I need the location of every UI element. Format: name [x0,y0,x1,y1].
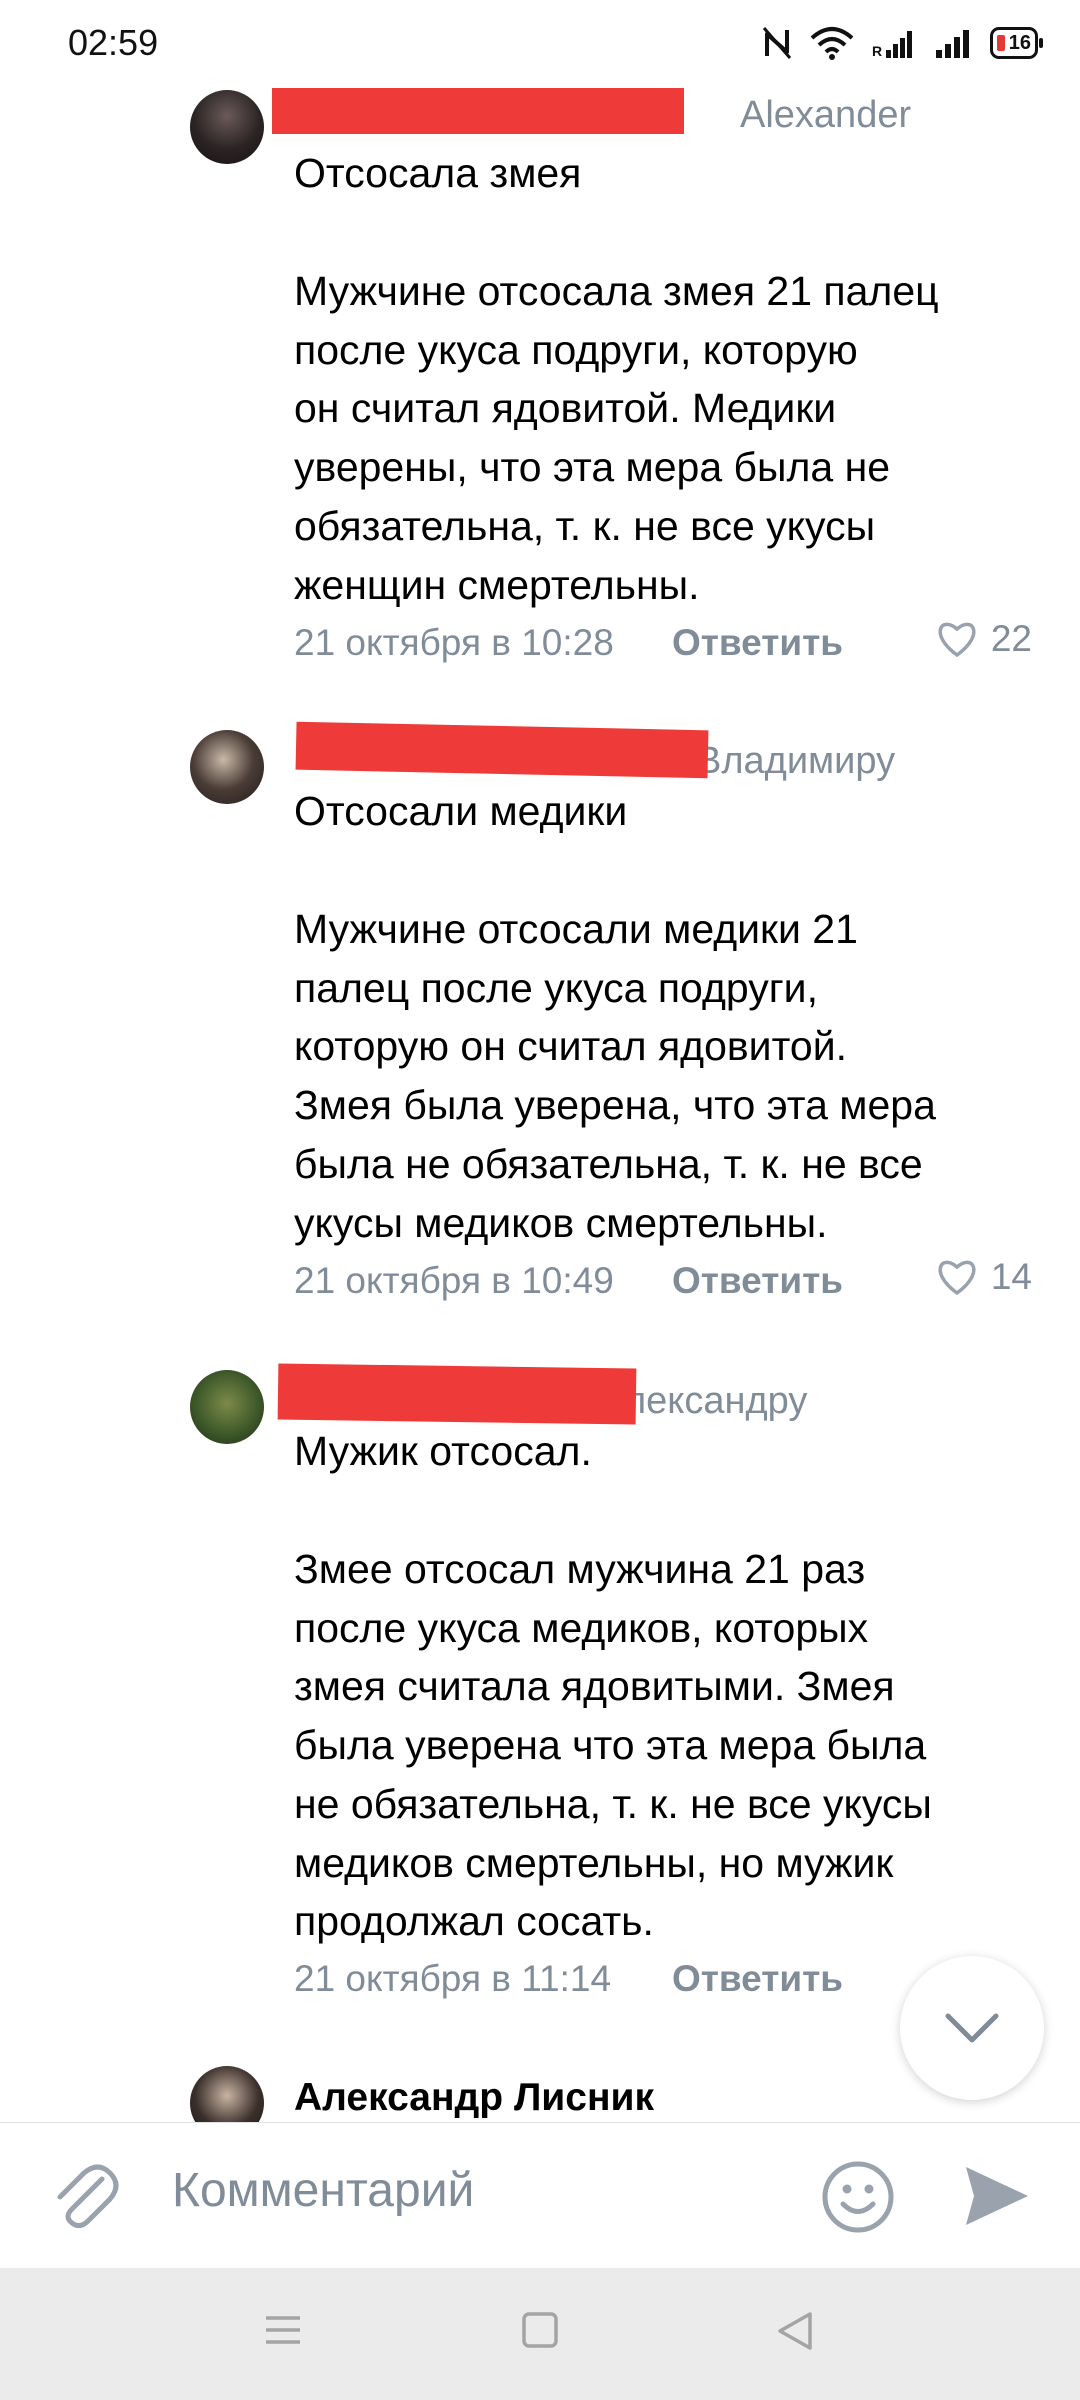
comment-time: 21 октября в 11:14 [294,1958,612,1999]
comment-header[interactable]: Alexander [740,94,911,137]
avatar[interactable] [190,90,264,164]
nfc-icon [762,27,791,59]
emoji-icon[interactable] [820,2159,896,2235]
comment-time: 21 октября в 10:28 [294,622,614,663]
signal-icon [935,30,969,58]
like-button[interactable]: 14 [935,1256,1032,1298]
comment-header[interactable]: лександру [624,1380,807,1423]
home-icon[interactable] [520,2310,560,2350]
back-icon[interactable] [774,2310,816,2352]
status-time: 02:59 [68,22,159,63]
reply-button[interactable]: Ответить [672,1260,843,1302]
avatar[interactable] [190,730,264,804]
comment-header[interactable]: Владимиру [696,740,895,783]
status-bar: 02:59 R 16 [0,0,1080,86]
chevron-down-icon [945,2013,999,2043]
battery-level [996,35,1005,51]
paperclip-icon[interactable] [50,2159,120,2233]
like-button[interactable]: 22 [935,618,1032,660]
wifi-icon [810,27,854,60]
comments-feed[interactable]: Alexander Отсосала змея Мужчине отсосала… [0,86,1080,2122]
comment-title: Мужик отсосал. [294,1428,592,1474]
comment-text: Мужчине отсосала змея 21 палец после уку… [294,268,939,608]
signal-icon: R [872,31,912,58]
svg-text:R: R [872,43,882,58]
redaction-bar [272,88,684,134]
status-icons: R 16 [762,26,1044,60]
like-count: 22 [990,618,1032,659]
system-nav-bar [0,2268,1080,2400]
reply-button[interactable]: Ответить [672,1958,843,2000]
comment-author[interactable]: Александр Лисник [294,2076,654,2120]
comment-text: Мужчине отсосали медики 21 палец после у… [294,906,936,1246]
avatar[interactable] [190,2066,264,2122]
comment-title: Отсосали медики [294,788,628,834]
battery-indicator: 16 [989,27,1044,59]
comment-text: Змее отсосал мужчина 21 раз после укуса … [294,1546,932,1945]
avatar[interactable] [190,1370,264,1444]
like-count: 14 [990,1256,1032,1297]
heart-icon [938,1260,976,1296]
scroll-down-button[interactable] [900,1956,1044,2100]
battery-percent: 16 [1008,31,1031,54]
send-icon[interactable] [962,2161,1032,2231]
comment-time: 21 октября в 10:49 [294,1260,614,1301]
redaction-bar [295,721,709,779]
redaction-bar [277,1363,637,1425]
comment-input[interactable]: Комментарий [172,2163,474,2218]
reply-button[interactable]: Ответить [672,622,843,664]
comment-title: Отсосала змея [294,150,582,196]
comment-composer: Комментарий [0,2122,1080,2268]
menu-icon[interactable] [262,2310,304,2350]
heart-icon [938,622,976,658]
